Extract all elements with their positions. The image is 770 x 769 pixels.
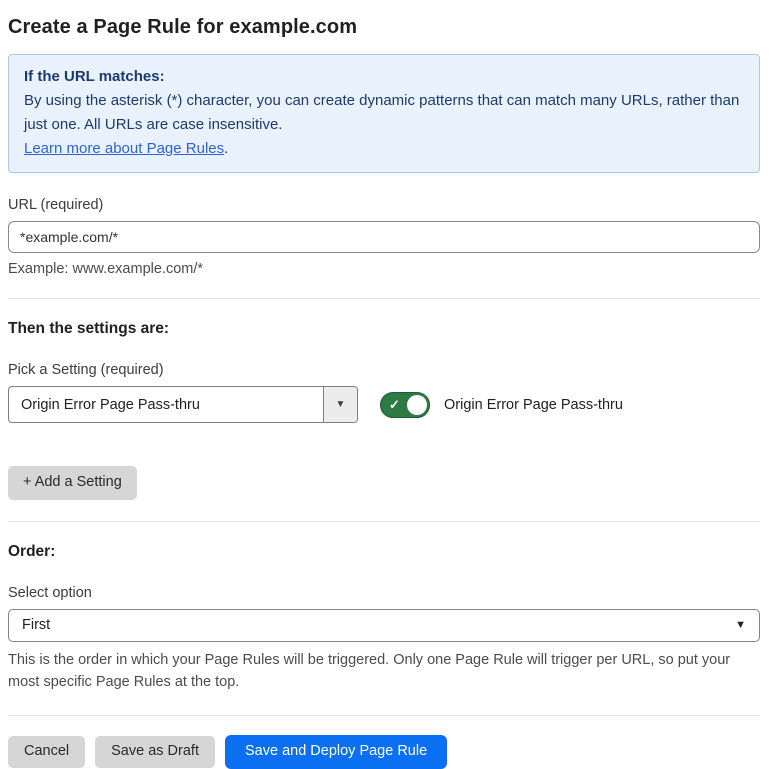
toggle-knob (407, 394, 427, 415)
url-field-label: URL (required) (8, 197, 104, 213)
divider (8, 298, 760, 299)
check-icon: ✓ (389, 396, 400, 412)
learn-more-link[interactable]: Learn more about Page Rules (24, 140, 224, 157)
divider (8, 520, 760, 522)
setting-picker-value: Origin Error Page Pass-thru (21, 396, 200, 413)
url-input[interactable] (8, 221, 760, 253)
link-suffix: . (224, 140, 229, 157)
chevron-down-icon: ▼ (735, 618, 746, 631)
footer-actions: Cancel Save as Draft Save and Deploy Pag… (8, 734, 760, 769)
order-helper-text: This is the order in which your Page Rul… (8, 651, 731, 691)
cancel-button[interactable]: Cancel (8, 735, 86, 768)
setting-picker-arrow-button[interactable]: ▼ (323, 387, 357, 422)
info-box-body: By using the asterisk (*) character, you… (24, 92, 740, 133)
url-example-helper: Example: www.example.com/* (8, 261, 204, 277)
chevron-down-icon: ▼ (335, 398, 346, 410)
order-section-heading: Order: (8, 542, 56, 560)
order-select-dropdown[interactable]: First ▼ (8, 608, 760, 642)
setting-toggle[interactable]: ✓ (380, 391, 430, 418)
info-box-link-line: Learn more about Page Rules. (24, 137, 744, 161)
setting-toggle-label: Origin Error Page Pass-thru (444, 396, 623, 413)
save-deploy-button[interactable]: Save and Deploy Page Rule (224, 734, 448, 769)
setting-row: Origin Error Page Pass-thru ▼ ✓ Origin E… (8, 386, 760, 423)
divider (8, 714, 760, 716)
add-setting-button[interactable]: + Add a Setting (8, 466, 137, 500)
order-select-label: Select option (8, 584, 92, 601)
settings-section-heading: Then the settings are: (8, 320, 170, 337)
save-draft-button[interactable]: Save as Draft (95, 735, 215, 768)
create-page-rule-form: Create a Page Rule for example.com If th… (0, 0, 770, 769)
info-box-heading: If the URL matches: (24, 68, 165, 85)
pick-setting-label: Pick a Setting (required) (8, 362, 164, 378)
order-select-value: First (22, 617, 51, 634)
setting-picker-dropdown[interactable]: Origin Error Page Pass-thru ▼ (8, 386, 358, 423)
page-title: Create a Page Rule for example.com (8, 16, 358, 38)
url-match-info-box: If the URL matches: By using the asteris… (8, 54, 760, 173)
